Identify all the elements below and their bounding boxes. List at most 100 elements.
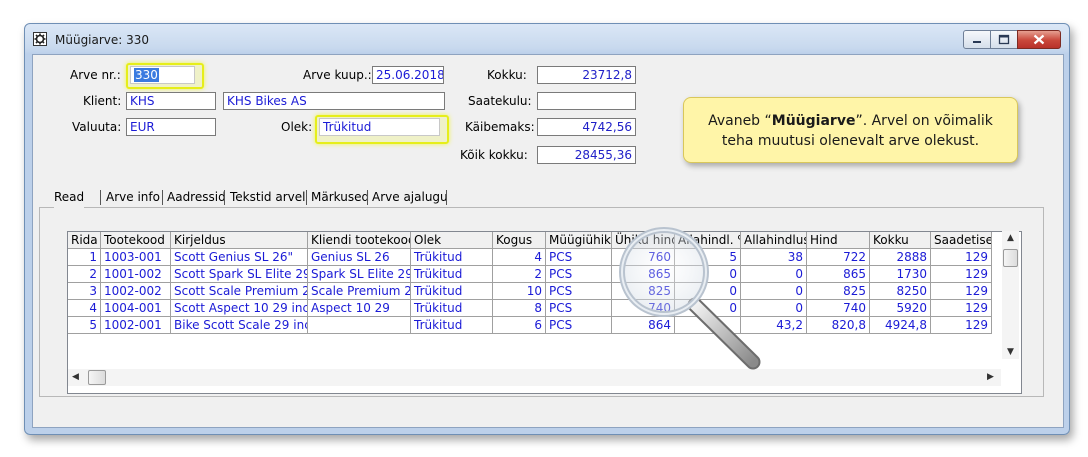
table-cell[interactable]: 129: [931, 317, 992, 334]
table-cell[interactable]: 8250: [870, 283, 931, 300]
callout-bold: Müügiarve: [771, 113, 856, 129]
table-cell[interactable]: 129: [931, 249, 992, 266]
table-cell[interactable]: Scale Premium 26: [308, 283, 411, 300]
scroll-down-icon[interactable]: ▼: [1007, 347, 1014, 357]
total-label: Kokku:: [487, 68, 527, 82]
table-cell[interactable]: 3: [68, 283, 101, 300]
title-bar[interactable]: Müügiarve: 330: [25, 24, 1069, 54]
table-cell[interactable]: 1004-001: [101, 300, 171, 317]
tab-arve-info[interactable]: Arve info: [106, 190, 160, 212]
column-header[interactable]: Kokku: [870, 232, 931, 249]
table-cell[interactable]: 2888: [870, 249, 931, 266]
horizontal-scroll-thumb[interactable]: [88, 370, 106, 385]
table-cell[interactable]: Trükitud: [411, 266, 493, 283]
currency-field[interactable]: EUR: [126, 118, 216, 136]
scroll-left-icon[interactable]: ◀: [72, 372, 79, 382]
table-cell[interactable]: Trükitud: [411, 300, 493, 317]
minimize-icon: [973, 41, 981, 43]
table-cell[interactable]: Scott Scale Premium 26 inch: [171, 283, 308, 300]
table-cell[interactable]: 1003-001: [101, 249, 171, 266]
maximize-button[interactable]: [990, 30, 1018, 49]
tab-separator: [446, 190, 447, 205]
scroll-up-icon[interactable]: ▲: [1007, 233, 1014, 243]
invoice-no-label: Arve nr.:: [70, 68, 121, 82]
vat-field[interactable]: 4742,56: [537, 118, 636, 136]
invoice-no-value: 330: [134, 68, 159, 82]
table-cell[interactable]: 722: [807, 249, 870, 266]
column-header[interactable]: Kirjeldus: [171, 232, 308, 249]
table-cell[interactable]: [308, 317, 411, 334]
total-field[interactable]: 23712,8: [537, 66, 636, 84]
column-header[interactable]: Saadetise: [931, 232, 992, 249]
table-cell[interactable]: 4: [68, 300, 101, 317]
table-cell[interactable]: Genius SL 26: [308, 249, 411, 266]
maximize-icon: [998, 34, 1010, 45]
shipping-field[interactable]: [537, 92, 636, 110]
column-header[interactable]: Kogus: [493, 232, 546, 249]
vertical-scrollbar[interactable]: ▲ ▼: [1002, 231, 1019, 359]
column-header[interactable]: Kliendi tootekood: [308, 232, 411, 249]
grand-total-field[interactable]: 28455,36: [537, 146, 636, 164]
tab-separator: [162, 190, 163, 205]
table-cell[interactable]: 1002-002: [101, 283, 171, 300]
client-code-field[interactable]: KHS: [126, 92, 216, 110]
grand-total-label: Kõik kokku:: [460, 148, 528, 162]
shipping-label: Saatekulu:: [468, 94, 532, 108]
tab-tekstid-arvel[interactable]: Tekstid arvel: [230, 190, 305, 212]
tab-read[interactable]: Read: [54, 190, 85, 212]
table-cell[interactable]: 5920: [870, 300, 931, 317]
table-cell[interactable]: 129: [931, 283, 992, 300]
horizontal-scrollbar[interactable]: ◀ ▶: [68, 369, 1001, 386]
table-cell[interactable]: Trükitud: [411, 317, 493, 334]
column-header[interactable]: Olek: [411, 232, 493, 249]
column-header[interactable]: Rida: [68, 232, 101, 249]
client-label: Klient:: [83, 94, 122, 108]
callout-line-1: Avaneb “Müügiarve”. Arvel on võimalik: [684, 111, 1017, 131]
table-cell[interactable]: Bike Scott Scale 29 inch: [171, 317, 308, 334]
invoice-date-field[interactable]: 25.06.2018: [372, 66, 444, 84]
table-cell[interactable]: 1002-001: [101, 317, 171, 334]
status-field[interactable]: Trükitud: [319, 118, 440, 136]
column-header[interactable]: Hind: [807, 232, 870, 249]
table-cell[interactable]: 740: [807, 300, 870, 317]
table-cell[interactable]: Scott Aspect 10 29 inch: [171, 300, 308, 317]
tab-aadressid[interactable]: Aadressid: [167, 190, 226, 212]
callout-prefix: Avaneb “: [708, 113, 772, 129]
table-cell[interactable]: Spark SL Elite 29: [308, 266, 411, 283]
table-cell[interactable]: 1730: [870, 266, 931, 283]
table-cell[interactable]: 4924,8: [870, 317, 931, 334]
table-cell[interactable]: 2: [493, 266, 546, 283]
table-cell[interactable]: 1: [68, 249, 101, 266]
tab-arve-ajalugu[interactable]: Arve ajalugu: [372, 190, 448, 212]
table-cell[interactable]: Scott Genius SL 26": [171, 249, 308, 266]
table-cell[interactable]: 820,8: [807, 317, 870, 334]
table-cell[interactable]: 10: [493, 283, 546, 300]
close-icon: [1033, 34, 1045, 45]
currency-label: Valuuta:: [72, 120, 122, 134]
table-cell[interactable]: 129: [931, 300, 992, 317]
table-cell[interactable]: 4: [493, 249, 546, 266]
table-cell[interactable]: Trükitud: [411, 249, 493, 266]
close-button[interactable]: [1017, 30, 1061, 49]
scroll-right-icon[interactable]: ▶: [987, 372, 994, 382]
minimize-button[interactable]: [963, 30, 991, 49]
table-cell[interactable]: Scott Spark SL Elite 29 inch: [171, 266, 308, 283]
table-cell[interactable]: 825: [807, 283, 870, 300]
info-callout: Avaneb “Müügiarve”. Arvel on võimalik te…: [683, 97, 1018, 163]
tab-separator: [367, 190, 368, 205]
tab-markused[interactable]: Märkused: [311, 190, 369, 212]
table-cell[interactable]: Trükitud: [411, 283, 493, 300]
table-cell[interactable]: Aspect 10 29: [308, 300, 411, 317]
table-cell[interactable]: 8: [493, 300, 546, 317]
table-cell[interactable]: 129: [931, 266, 992, 283]
vat-label: Käibemaks:: [465, 120, 535, 134]
table-cell[interactable]: 5: [68, 317, 101, 334]
table-cell[interactable]: 2: [68, 266, 101, 283]
table-cell[interactable]: 865: [807, 266, 870, 283]
table-cell[interactable]: 1001-002: [101, 266, 171, 283]
column-header[interactable]: Tootekood: [101, 232, 171, 249]
invoice-no-field[interactable]: 330: [130, 66, 195, 84]
vertical-scroll-thumb[interactable]: [1003, 249, 1018, 267]
client-name-field[interactable]: KHS Bikes AS: [223, 92, 445, 110]
table-cell[interactable]: 6: [493, 317, 546, 334]
